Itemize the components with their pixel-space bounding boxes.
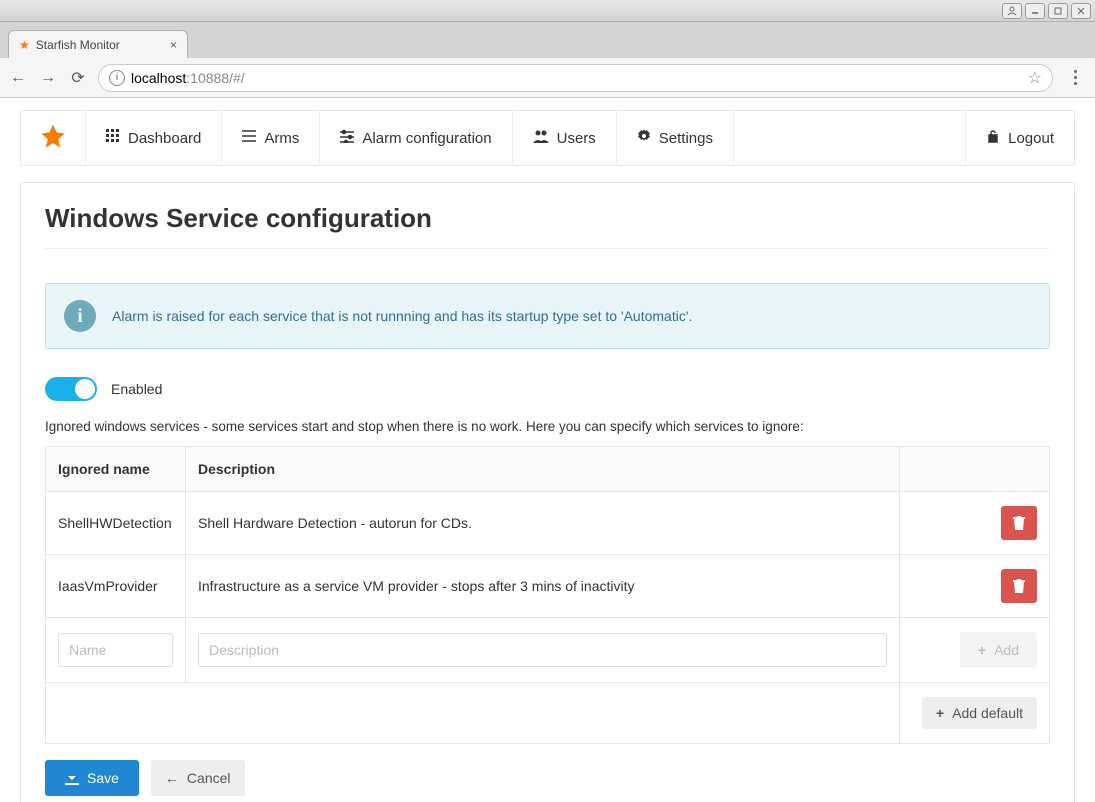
site-info-icon[interactable]: i [109, 70, 125, 86]
nav-alarm-configuration[interactable]: Alarm configuration [320, 111, 512, 165]
back-button[interactable]: ← [8, 69, 28, 87]
nav-settings[interactable]: Settings [617, 111, 734, 165]
tab-title: Starfish Monitor [36, 38, 120, 52]
close-tab-icon[interactable]: × [170, 38, 177, 52]
table-row-footer: + Add default [46, 683, 1050, 744]
address-field[interactable]: i localhost:10888/#/ ☆ [98, 64, 1053, 92]
enabled-toggle[interactable] [45, 377, 97, 401]
list-icon [242, 129, 256, 147]
column-header-actions [900, 447, 1050, 492]
gear-icon [637, 129, 651, 147]
logo[interactable] [21, 111, 86, 165]
user-icon[interactable] [1002, 3, 1022, 19]
top-navigation: Dashboard Arms Alarm configuration Users… [20, 110, 1075, 166]
add-default-button[interactable]: + Add default [922, 697, 1037, 729]
url-path: :10888/#/ [186, 70, 244, 86]
info-text: Alarm is raised for each service that is… [112, 308, 692, 324]
nav-label: Alarm configuration [362, 130, 491, 147]
download-icon [65, 771, 79, 785]
main-panel: Windows Service configuration i Alarm is… [20, 182, 1075, 802]
reload-button[interactable]: ⟳ [68, 68, 88, 88]
cell-description: Shell Hardware Detection - autorun for C… [186, 492, 900, 555]
nav-users[interactable]: Users [513, 111, 617, 165]
delete-button[interactable] [1001, 506, 1037, 540]
table-row: ShellHWDetection Shell Hardware Detectio… [46, 492, 1050, 555]
minimize-button[interactable] [1025, 3, 1045, 19]
nav-logout[interactable]: Logout [965, 111, 1074, 165]
table-row-new: + Add [46, 618, 1050, 683]
trash-icon [1013, 579, 1025, 593]
save-label: Save [87, 770, 119, 786]
column-header-description: Description [186, 447, 900, 492]
add-button[interactable]: + Add [960, 632, 1037, 668]
cancel-label: Cancel [187, 770, 231, 786]
description-input[interactable] [198, 633, 887, 667]
plus-icon: + [978, 642, 986, 658]
arrow-left-icon: ← [165, 770, 179, 786]
nav-label: Logout [1008, 130, 1054, 147]
info-alert: i Alarm is raised for each service that … [45, 283, 1050, 349]
page-title: Windows Service configuration [45, 203, 1050, 249]
nav-label: Settings [659, 130, 713, 147]
cell-name: ShellHWDetection [46, 492, 186, 555]
add-label: Add [994, 642, 1019, 658]
bookmark-star-icon[interactable]: ☆ [1028, 68, 1042, 88]
star-icon: ★ [19, 38, 30, 52]
nav-label: Arms [264, 130, 299, 147]
unlock-icon [986, 129, 1000, 147]
ignored-services-table: Ignored name Description ShellHWDetectio… [45, 446, 1050, 744]
save-button[interactable]: Save [45, 760, 139, 796]
enabled-label: Enabled [111, 381, 162, 397]
trash-icon [1013, 516, 1025, 530]
info-icon: i [64, 300, 96, 332]
grid-icon [106, 129, 120, 147]
help-text: Ignored windows services - some services… [45, 419, 1050, 434]
cell-description: Infrastructure as a service VM provider … [186, 555, 900, 618]
nav-arms[interactable]: Arms [222, 111, 320, 165]
nav-dashboard[interactable]: Dashboard [86, 111, 222, 165]
users-icon [533, 129, 549, 147]
url-host: localhost [131, 70, 186, 86]
browser-menu-icon[interactable] [1063, 64, 1087, 92]
browser-tab[interactable]: ★ Starfish Monitor × [8, 30, 188, 58]
maximize-button[interactable] [1048, 3, 1068, 19]
nav-label: Dashboard [128, 130, 201, 147]
plus-icon: + [936, 705, 944, 721]
star-icon [39, 122, 67, 154]
close-window-button[interactable] [1071, 3, 1091, 19]
table-row: IaasVmProvider Infrastructure as a servi… [46, 555, 1050, 618]
add-default-label: Add default [952, 705, 1023, 721]
delete-button[interactable] [1001, 569, 1037, 603]
sliders-icon [340, 129, 354, 147]
column-header-name: Ignored name [46, 447, 186, 492]
cancel-button[interactable]: ← Cancel [151, 760, 245, 796]
nav-label: Users [557, 130, 596, 147]
forward-button[interactable]: → [38, 69, 58, 87]
cell-name: IaasVmProvider [46, 555, 186, 618]
name-input[interactable] [58, 633, 173, 667]
